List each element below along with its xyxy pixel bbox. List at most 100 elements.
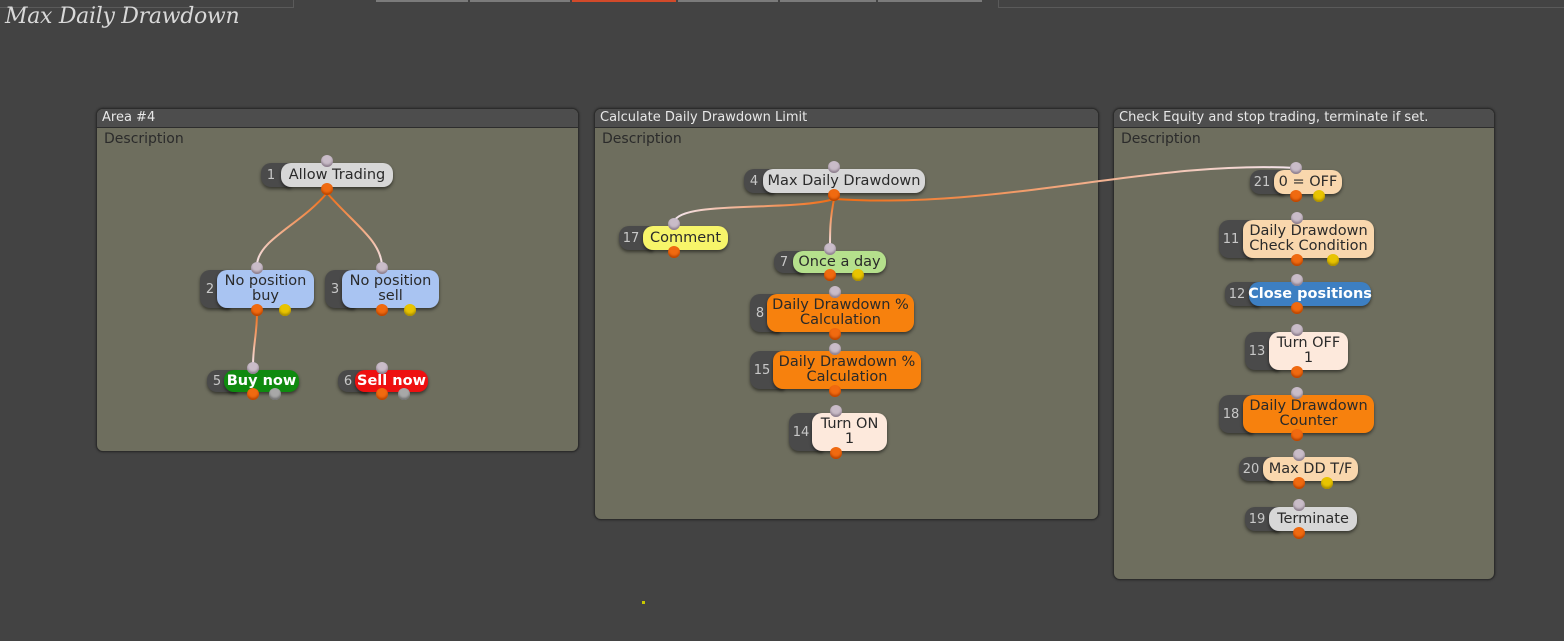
output-connector[interactable] [828, 189, 840, 201]
output-connector[interactable] [1291, 429, 1303, 441]
block-daily-drawdown-check-condition[interactable]: 11 Daily Drawdown Check Condition [1219, 212, 1374, 266]
block-label: No position sell [342, 270, 439, 308]
output-connector-false[interactable] [1327, 254, 1339, 266]
block-sell-now[interactable]: 6 Sell now [338, 362, 428, 400]
block-daily-drawdown-calculation-8[interactable]: 8 Daily Drawdown % Calculation [750, 286, 914, 340]
input-connector[interactable] [1291, 274, 1303, 286]
block-number: 13 [1248, 343, 1266, 359]
block-terminate[interactable]: 19 Terminate [1245, 499, 1357, 539]
input-connector[interactable] [251, 262, 263, 274]
block-number: 4 [749, 173, 759, 189]
block-turn-off[interactable]: 13 Turn OFF 1 [1245, 324, 1348, 378]
input-connector[interactable] [247, 362, 259, 374]
input-connector[interactable] [1293, 449, 1305, 461]
input-connector[interactable] [829, 343, 841, 355]
input-connector[interactable] [828, 161, 840, 173]
block-daily-drawdown-counter[interactable]: 18 Daily Drawdown Counter [1219, 387, 1374, 441]
block-turn-on[interactable]: 14 Turn ON 1 [789, 405, 887, 459]
input-connector[interactable] [1291, 212, 1303, 224]
output-connector[interactable] [1293, 527, 1305, 539]
input-connector[interactable] [1290, 162, 1302, 174]
block-number: 14 [792, 424, 810, 440]
output-connector[interactable] [830, 447, 842, 459]
block-0-off[interactable]: 21 0 = OFF [1250, 162, 1342, 202]
area-header[interactable]: Calculate Daily Drawdown Limit [595, 109, 1098, 128]
input-connector[interactable] [376, 362, 388, 374]
block-label: 0 = OFF [1274, 170, 1342, 194]
block-daily-drawdown-calculation-15[interactable]: 15 Daily Drawdown % Calculation [750, 343, 921, 397]
output-connector-false[interactable] [404, 304, 416, 316]
output-connector[interactable] [1290, 190, 1302, 202]
block-allow-trading[interactable]: 1 Allow Trading [261, 155, 393, 195]
output-connector[interactable] [1291, 302, 1303, 314]
page-title: Max Daily Drawdown [5, 4, 240, 29]
area-description[interactable]: Description [602, 131, 682, 147]
input-connector[interactable] [376, 262, 388, 274]
output-connector[interactable] [321, 183, 333, 195]
output-connector-error[interactable] [269, 388, 281, 400]
block-once-a-day[interactable]: 7 Once a day [774, 243, 886, 281]
output-connector-false[interactable] [852, 269, 864, 281]
block-number: 11 [1222, 231, 1240, 247]
block-label: Close positions [1248, 282, 1372, 306]
input-connector[interactable] [668, 218, 680, 230]
block-label: Daily Drawdown % Calculation [773, 351, 921, 389]
block-label: Max Daily Drawdown [763, 169, 925, 193]
tab[interactable] [780, 0, 876, 2]
block-number: 1 [266, 167, 276, 183]
output-connector[interactable] [829, 328, 841, 340]
tab[interactable] [470, 0, 570, 2]
block-number: 20 [1242, 461, 1260, 477]
output-connector[interactable] [1291, 366, 1303, 378]
block-max-daily-drawdown[interactable]: 4 Max Daily Drawdown [744, 161, 925, 201]
block-comment[interactable]: 17 Comment [619, 218, 728, 258]
block-close-positions[interactable]: 12 Close positions [1225, 274, 1372, 314]
output-connector-false[interactable] [279, 304, 291, 316]
output-connector-false[interactable] [1313, 190, 1325, 202]
output-connector-false[interactable] [1321, 477, 1333, 489]
tab[interactable] [678, 0, 778, 2]
area-description[interactable]: Description [104, 131, 184, 147]
block-no-position-buy[interactable]: 2 No position buy [200, 262, 314, 316]
tab[interactable] [878, 0, 982, 2]
area-header[interactable]: Area #4 [97, 109, 578, 128]
input-connector[interactable] [321, 155, 333, 167]
output-connector[interactable] [376, 388, 388, 400]
block-max-dd-tf[interactable]: 20 Max DD T/F [1239, 449, 1358, 489]
block-label: Terminate [1269, 507, 1357, 531]
output-connector[interactable] [668, 246, 680, 258]
tab[interactable] [376, 0, 468, 2]
block-label: Sell now [355, 370, 428, 392]
block-label: Comment [643, 226, 728, 250]
input-connector[interactable] [824, 243, 836, 255]
block-label: Once a day [793, 251, 886, 273]
block-number: 15 [753, 362, 771, 378]
input-connector[interactable] [830, 405, 842, 417]
block-number: 19 [1248, 511, 1266, 527]
output-connector[interactable] [251, 304, 263, 316]
area-description[interactable]: Description [1121, 131, 1201, 147]
block-label: Turn ON 1 [812, 413, 887, 451]
output-connector-error[interactable] [398, 388, 410, 400]
input-connector[interactable] [829, 286, 841, 298]
output-connector[interactable] [376, 304, 388, 316]
tab-active[interactable] [572, 0, 676, 2]
input-connector[interactable] [1291, 324, 1303, 336]
block-number: 12 [1228, 286, 1246, 302]
area-header[interactable]: Check Equity and stop trading, terminate… [1114, 109, 1494, 128]
output-connector[interactable] [824, 269, 836, 281]
input-connector[interactable] [1291, 387, 1303, 399]
input-connector[interactable] [1293, 499, 1305, 511]
block-label: Daily Drawdown % Calculation [767, 294, 914, 332]
block-label: Daily Drawdown Counter [1243, 395, 1374, 433]
tab-segment[interactable] [998, 0, 1564, 8]
block-no-position-sell[interactable]: 3 No position sell [325, 262, 439, 316]
output-connector[interactable] [1293, 477, 1305, 489]
output-connector[interactable] [1291, 254, 1303, 266]
output-connector[interactable] [247, 388, 259, 400]
block-number: 18 [1222, 406, 1240, 422]
canvas-marker [642, 601, 645, 604]
block-label: Buy now [224, 370, 299, 392]
block-buy-now[interactable]: 5 Buy now [207, 362, 299, 400]
output-connector[interactable] [829, 385, 841, 397]
